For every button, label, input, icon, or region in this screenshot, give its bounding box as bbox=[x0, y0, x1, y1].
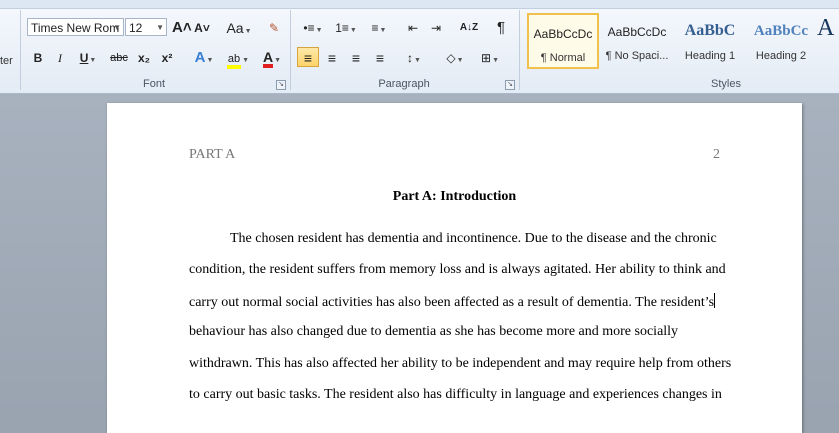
chevron-down-icon: ▼ bbox=[414, 57, 421, 64]
page-header-text[interactable]: PART A bbox=[189, 147, 235, 163]
italic-button[interactable]: I bbox=[51, 47, 69, 67]
strikethrough-button[interactable]: abc bbox=[107, 47, 131, 67]
style-label: Heading 2 bbox=[755, 50, 807, 62]
paint-bucket-icon: ◇ bbox=[446, 51, 456, 65]
font-color-icon: A bbox=[262, 50, 274, 68]
font-size-value: 12 bbox=[129, 21, 143, 35]
document-area: PART A 2 Part A: Introduction The chosen… bbox=[0, 94, 839, 433]
change-case-button[interactable]: Aa▼ bbox=[224, 17, 254, 37]
chevron-down-icon: ▼ bbox=[274, 57, 282, 64]
style-sample: A bbox=[817, 15, 835, 41]
shrink-font-button[interactable]: A˅ bbox=[192, 17, 212, 37]
font-size-combo[interactable]: 12 ▼ bbox=[125, 18, 167, 36]
font-group-label: Font bbox=[142, 78, 165, 90]
borders-button[interactable]: ⊞▼ bbox=[475, 47, 505, 67]
paragraph-line: The chosen resident has dementia and inc… bbox=[230, 231, 717, 246]
chevron-down-icon: ▼ bbox=[315, 27, 323, 34]
font-color-button[interactable]: A▼ bbox=[257, 47, 287, 68]
text-cursor bbox=[714, 293, 716, 308]
multilevel-list-icon: ≡ bbox=[371, 21, 379, 35]
chevron-down-icon: ▼ bbox=[242, 57, 250, 64]
chevron-down-icon: ▼ bbox=[379, 27, 387, 34]
document-page[interactable]: PART A 2 Part A: Introduction The chosen… bbox=[107, 103, 802, 433]
style-normal[interactable]: AaBbCcDc ¶ Normal bbox=[527, 13, 599, 69]
style-sample: AaBbC bbox=[684, 22, 736, 39]
paragraph-line-text: carry out normal social activities has a… bbox=[189, 295, 715, 310]
superscript-button[interactable]: x² bbox=[157, 47, 177, 67]
align-right-button[interactable]: ≡ bbox=[345, 47, 367, 67]
ribbon-top-strip bbox=[0, 0, 839, 9]
chevron-down-icon: ▼ bbox=[113, 23, 121, 32]
font-dialog-launcher[interactable]: ↘ bbox=[276, 80, 286, 90]
paragraph-dialog-launcher[interactable]: ↘ bbox=[505, 80, 515, 90]
style-no-spacing[interactable]: AaBbCcDc ¶ No Spaci... bbox=[601, 13, 673, 69]
style-label: Heading 1 bbox=[684, 50, 736, 62]
multilevel-list-button[interactable]: ≡▼ bbox=[364, 17, 394, 37]
highlight-button[interactable]: ab ▼ bbox=[222, 47, 254, 69]
paragraph-line: condition, the resident suffers from mem… bbox=[189, 262, 726, 277]
text-effects-button[interactable]: A▼ bbox=[190, 47, 218, 67]
ribbon: ter Times New Rom ▼ 12 ▼ A˄ A˅ Aa▼ ✎ B I… bbox=[0, 0, 839, 94]
chevron-down-icon: ▼ bbox=[156, 23, 164, 32]
sort-button[interactable]: A↓Z bbox=[456, 17, 482, 37]
line-spacing-icon: ↕ bbox=[407, 51, 414, 65]
justify-button[interactable]: ≡ bbox=[369, 47, 391, 67]
chevron-down-icon: ▼ bbox=[244, 28, 252, 35]
style-sample: AaBbCcDc bbox=[607, 25, 667, 39]
font-name-value: Times New Rom bbox=[31, 21, 120, 35]
center-button[interactable]: ≡ bbox=[321, 47, 343, 67]
clipboard-group-fragment: ter bbox=[0, 55, 13, 67]
style-heading-2[interactable]: AaBbCc Heading 2 bbox=[745, 13, 817, 69]
paragraph-line: to carry out basic tasks. The resident a… bbox=[189, 387, 722, 402]
line-spacing-button[interactable]: ↕▼ bbox=[399, 47, 429, 67]
increase-indent-button[interactable]: ⇥ bbox=[426, 17, 446, 37]
decrease-indent-button[interactable]: ⇤ bbox=[403, 17, 423, 37]
style-title[interactable]: A bbox=[817, 13, 839, 69]
numbering-button[interactable]: 1≡▼ bbox=[331, 17, 361, 37]
paragraph-group-label: Paragraph bbox=[378, 78, 430, 90]
paragraph-line: behaviour has also changed due to dement… bbox=[189, 324, 679, 339]
numbered-list-icon: 1≡ bbox=[335, 21, 349, 35]
highlighter-icon: ab bbox=[226, 53, 242, 69]
clear-formatting-button[interactable]: ✎ bbox=[263, 17, 285, 37]
align-left-button[interactable]: ≡ bbox=[297, 47, 319, 67]
group-separator bbox=[519, 10, 520, 90]
paragraph-line: carry out normal social activities has a… bbox=[189, 293, 716, 311]
subscript-button[interactable]: x₂ bbox=[134, 47, 154, 67]
chevron-down-icon: ▼ bbox=[456, 57, 464, 64]
chevron-down-icon: ▼ bbox=[492, 57, 499, 64]
chevron-down-icon: ▼ bbox=[206, 57, 214, 64]
shading-button[interactable]: ◇▼ bbox=[440, 47, 470, 67]
bold-button[interactable]: B bbox=[29, 47, 47, 67]
font-name-combo[interactable]: Times New Rom ▼ bbox=[27, 18, 124, 36]
style-label: ¶ Normal bbox=[540, 52, 586, 64]
section-heading: Part A: Introduction bbox=[392, 189, 517, 204]
styles-group-label: Styles bbox=[711, 78, 741, 90]
style-label: ¶ No Spaci... bbox=[605, 50, 669, 62]
chevron-down-icon: ▼ bbox=[349, 27, 357, 34]
underline-button[interactable]: U▼ bbox=[74, 47, 102, 67]
paragraph-line: withdrawn. This has also affected her ab… bbox=[189, 356, 732, 371]
underline-label: U bbox=[79, 51, 89, 65]
chevron-down-icon: ▼ bbox=[89, 57, 97, 64]
show-formatting-marks-button[interactable]: ¶ bbox=[490, 17, 512, 37]
page-number[interactable]: 2 bbox=[713, 147, 720, 163]
border-icon: ⊞ bbox=[481, 51, 492, 65]
style-sample: AaBbCc bbox=[753, 23, 809, 39]
style-sample: AaBbCcDc bbox=[533, 27, 593, 41]
eraser-icon: ✎ bbox=[268, 21, 280, 35]
bullets-button[interactable]: •≡▼ bbox=[298, 17, 328, 37]
style-heading-1[interactable]: AaBbC Heading 1 bbox=[674, 13, 746, 69]
change-case-label: Aa bbox=[226, 20, 244, 36]
styles-gallery: AaBbCcDc ¶ Normal AaBbCcDc ¶ No Spaci...… bbox=[525, 13, 839, 70]
grow-font-button[interactable]: A˄ bbox=[171, 17, 192, 37]
bullet-list-icon: •≡ bbox=[303, 21, 315, 35]
text-effects-icon: A bbox=[194, 49, 206, 66]
